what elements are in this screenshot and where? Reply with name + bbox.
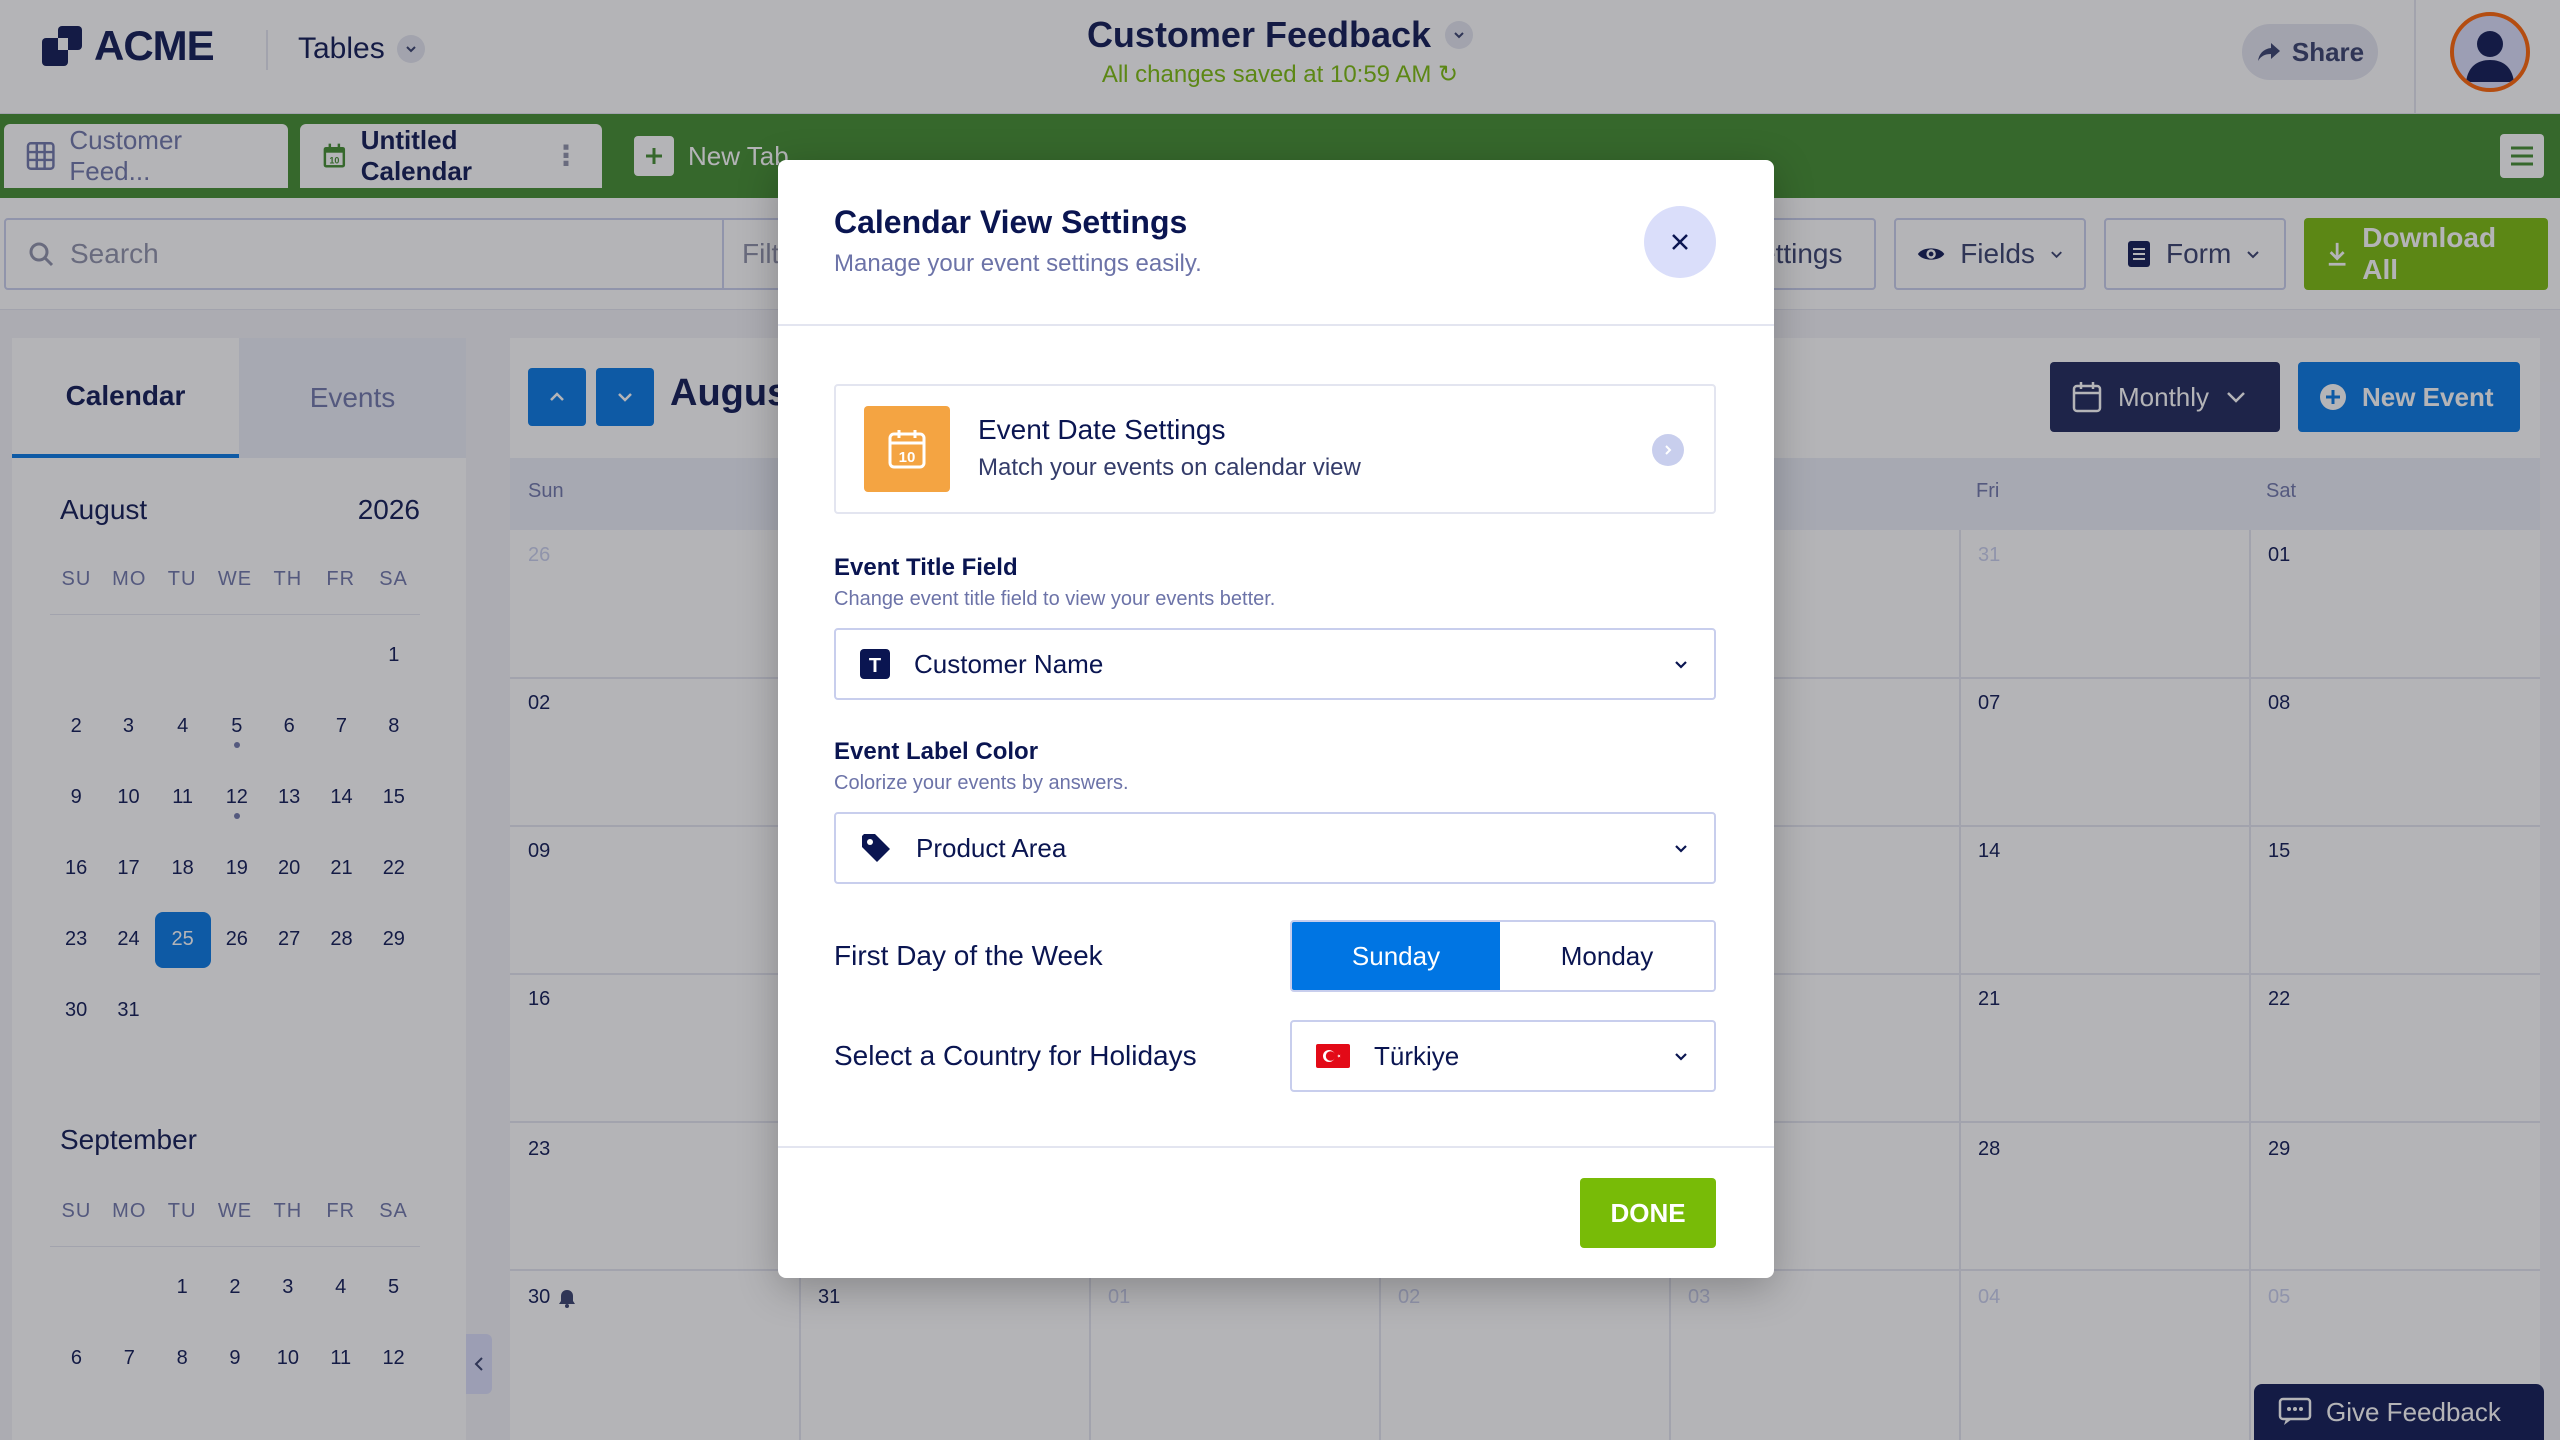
chevron-down-icon xyxy=(1675,661,1687,669)
event-date-subtitle: Match your events on calendar view xyxy=(978,454,1361,481)
event-date-settings-card[interactable] xyxy=(834,384,1716,514)
first-day-toggle: Sunday Monday xyxy=(1290,920,1716,992)
sunday-option[interactable]: Sunday xyxy=(1292,922,1500,990)
text-field-icon: T xyxy=(860,649,890,679)
modal-divider xyxy=(778,324,1774,326)
calendar-settings-modal xyxy=(778,160,1774,1278)
done-button[interactable]: DONE xyxy=(1580,1178,1716,1248)
chevron-down-icon xyxy=(1675,845,1687,853)
event-label-color-help: Colorize your events by answers. xyxy=(834,772,1129,794)
calendar-icon: 10 xyxy=(864,406,950,492)
event-title-select[interactable]: T Customer Name xyxy=(834,628,1716,700)
chevron-down-icon xyxy=(1675,1053,1687,1061)
chevron-right-icon xyxy=(1652,434,1684,466)
monday-option[interactable]: Monday xyxy=(1500,922,1714,990)
event-label-color-value: Product Area xyxy=(916,832,1067,863)
event-label-color-select[interactable]: Product Area xyxy=(834,812,1716,884)
calendar-icon-day: 10 xyxy=(899,449,916,466)
modal-divider xyxy=(778,1146,1774,1148)
text-field-icon-letter: T xyxy=(869,655,881,677)
turkey-flag-icon xyxy=(1316,1044,1350,1068)
event-title-value: Customer Name xyxy=(914,648,1104,679)
modal-subtitle: Manage your event settings easily. xyxy=(834,250,1202,277)
event-date-title: Event Date Settings xyxy=(978,414,1226,445)
event-label-color-label: Event Label Color xyxy=(834,738,1039,765)
holiday-country-value: Türkiye xyxy=(1374,1040,1460,1071)
close-icon xyxy=(1672,234,1688,250)
holiday-country-label: Select a Country for Holidays xyxy=(834,1040,1197,1071)
holiday-country-select[interactable]: Türkiye xyxy=(1290,1020,1716,1092)
tag-icon xyxy=(862,834,890,862)
first-day-label: First Day of the Week xyxy=(834,940,1103,971)
close-button[interactable] xyxy=(1644,206,1716,278)
modal-title: Calendar View Settings xyxy=(834,204,1188,240)
event-title-field-help: Change event title field to view your ev… xyxy=(834,588,1276,610)
event-title-field-label: Event Title Field xyxy=(834,554,1018,581)
